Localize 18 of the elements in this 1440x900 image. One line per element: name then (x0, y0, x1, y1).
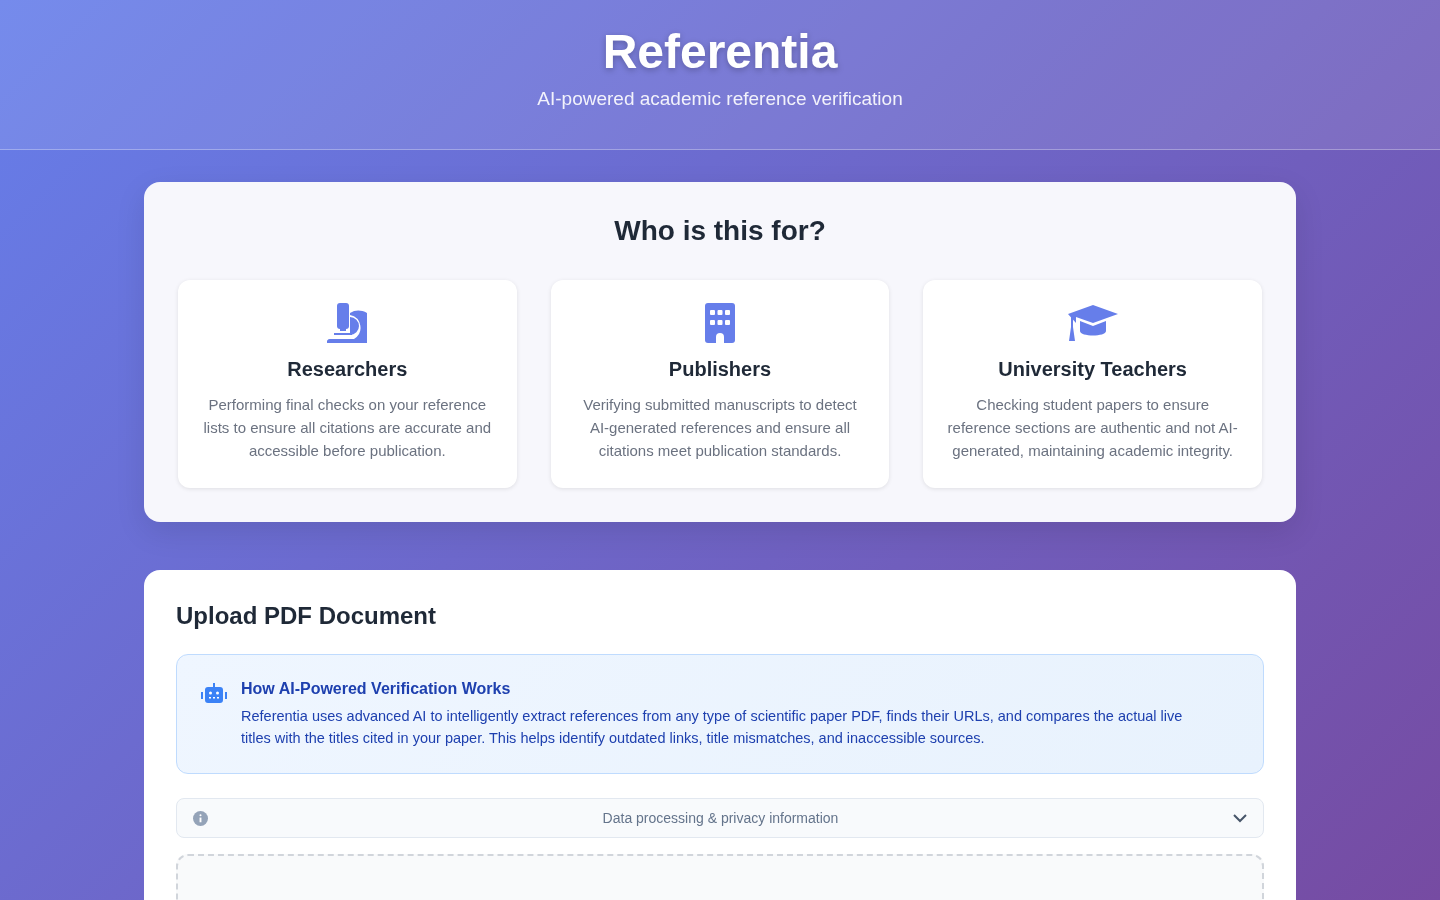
section-heading: Who is this for? (613, 214, 827, 248)
app-title: Referentia (601, 24, 839, 80)
graduation-cap-icon (1067, 305, 1118, 341)
card-title: Publishers (668, 358, 772, 381)
building-icon (705, 303, 735, 343)
card-title: University Teachers (998, 358, 1187, 381)
app-subtitle: AI-powered academic reference verification (536, 88, 904, 110)
info-title: How AI-Powered Verification Works (241, 679, 512, 699)
microscope-icon (327, 303, 368, 343)
card-description: Performing final checks on your reference lists to ensure all citations are accurate and accessible before publication. (202, 395, 493, 461)
card-description: Checking student papers to ensure reference sections are authentic and not AI-generated, maintaining academic integrity. (947, 395, 1238, 461)
card-description: Verifying submitted manuscripts to detect AI-generated references and ensure all citations meet publication standards. (582, 395, 858, 461)
privacy-disclosure[interactable]: Data processing & privacy information (176, 798, 1264, 838)
section-heading: Upload PDF Document (176, 602, 437, 630)
info-icon (193, 810, 208, 826)
card-title: Researchers (287, 358, 408, 381)
info-text: Referentia uses advanced AI to intelligently extract references from any type of scientific paper PDF, finds their URLs, and compares the actual live titles with the titles cited in your paper. This helps identify outdated links, title mismatches, and inaccessible sources. (241, 707, 1184, 748)
robot-icon (201, 683, 227, 703)
